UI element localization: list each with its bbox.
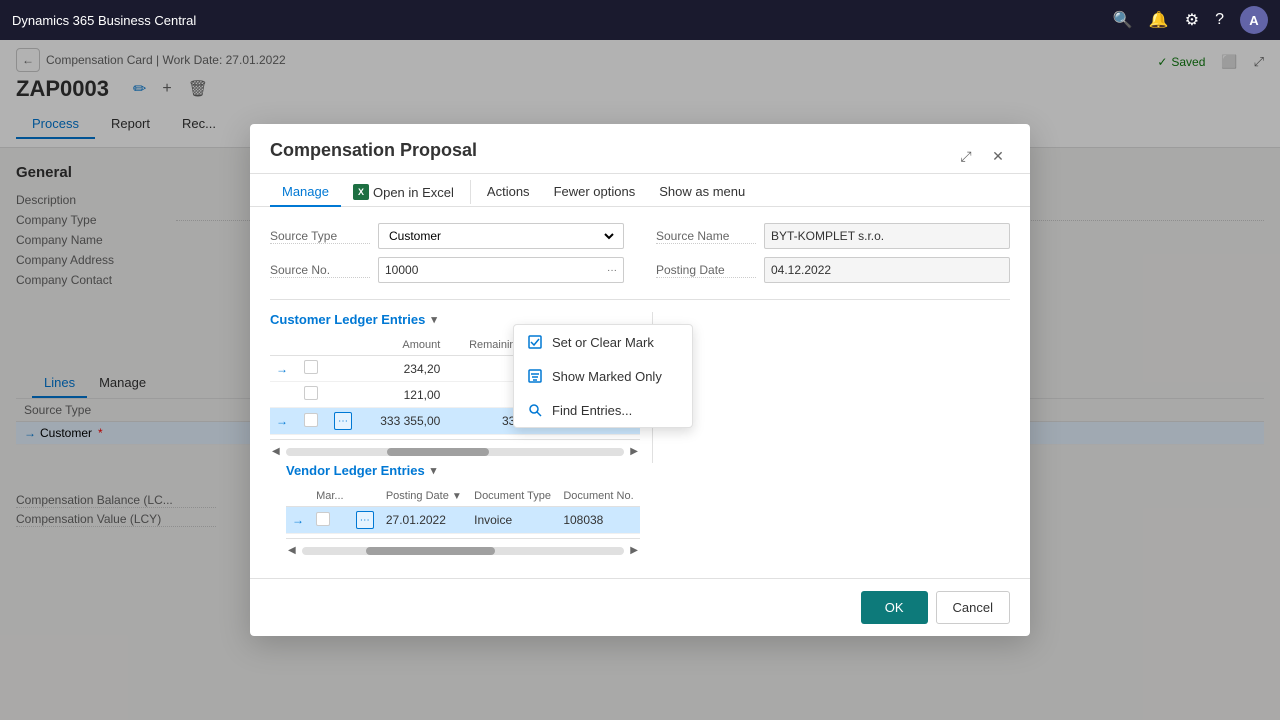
ribbon-tab-fewer-options[interactable]: Fewer options <box>542 178 648 207</box>
cell-check <box>298 382 328 408</box>
cell-arrow: → <box>286 507 310 534</box>
vendor-ledger-header[interactable]: Vendor Ledger Entries ▾ <box>286 463 640 478</box>
dialog-controls: ⤢ ✕ <box>954 145 1010 169</box>
mark-icon <box>526 333 544 351</box>
ok-button[interactable]: OK <box>861 591 928 624</box>
vend-col-doc-type: Document Type <box>468 486 557 507</box>
scroll-right[interactable]: ▶ <box>628 543 640 558</box>
dialog-title: Compensation Proposal <box>270 140 477 173</box>
cust-col-check <box>298 335 328 356</box>
help-icon[interactable]: ? <box>1215 11 1224 29</box>
excel-icon: X <box>353 184 369 200</box>
cell-arrow: → <box>270 356 298 382</box>
cell-dots <box>328 382 363 408</box>
vendor-ledger-section: Vendor Ledger Entries ▾ Mar... Posting D… <box>270 463 640 562</box>
scroll-track[interactable] <box>286 448 625 456</box>
source-type-select[interactable]: Customer Vendor <box>385 228 617 244</box>
scroll-thumb <box>366 547 495 555</box>
source-name-row: Source Name BYT-KOMPLET s.r.o. <box>656 223 1010 249</box>
top-bar-icons: 🔍 🔔 ⚙ ? A <box>1113 6 1268 34</box>
section-divider <box>270 299 1010 300</box>
scroll-left[interactable]: ◀ <box>270 444 282 459</box>
context-menu-find-entries[interactable]: Find Entries... <box>514 393 692 427</box>
vend-col-dots <box>350 486 380 507</box>
cust-col-amount: Amount <box>363 335 447 356</box>
cell-dots[interactable]: ⋯ <box>350 507 380 534</box>
cell-posting-date: 27.01.2022 <box>380 507 468 534</box>
context-menu-set-clear-mark[interactable]: Set or Clear Mark <box>514 325 692 359</box>
vendor-scroll: ◀ ▶ <box>286 538 640 562</box>
fields-grid: Source Type Customer Vendor Source Name … <box>270 223 1010 283</box>
cell-arrow: → <box>270 408 298 435</box>
filter-icon <box>526 367 544 385</box>
top-bar: Dynamics 365 Business Central 🔍 🔔 ⚙ ? A <box>0 0 1280 40</box>
settings-icon[interactable]: ⚙ <box>1185 10 1199 30</box>
ribbon-tab-actions[interactable]: Actions <box>475 178 542 207</box>
dialog-minimize-button[interactable]: ⤢ <box>954 145 978 169</box>
context-menu: Set or Clear Mark Show Marked Only <box>513 324 693 428</box>
scroll-left[interactable]: ◀ <box>286 543 298 558</box>
ribbon-tab-show-as-menu[interactable]: Show as menu <box>647 178 757 207</box>
dialog-close-button[interactable]: ✕ <box>986 145 1010 169</box>
find-icon <box>526 401 544 419</box>
cell-check <box>298 408 328 435</box>
search-icon[interactable]: 🔍 <box>1113 10 1133 30</box>
avatar[interactable]: A <box>1240 6 1268 34</box>
cust-col-arrow <box>270 335 298 356</box>
ribbon-separator <box>470 180 471 204</box>
vend-col-doc-no: Document No. <box>557 486 640 507</box>
source-no-row: Source No. 10000 ··· <box>270 257 624 283</box>
scroll-right[interactable]: ▶ <box>628 444 640 459</box>
source-no-field[interactable]: 10000 ··· <box>378 257 624 283</box>
cell-dots <box>328 356 363 382</box>
vendor-ledger-table: Mar... Posting Date ▼ Document Type Docu… <box>286 486 640 534</box>
scroll-thumb <box>387 448 489 456</box>
cell-doc-no: 108038 <box>557 507 640 534</box>
cell-arrow <box>270 382 298 408</box>
vend-col-posting: Posting Date ▼ <box>380 486 468 507</box>
cell-amount: 333 355,00 <box>363 408 447 435</box>
modal-overlay: Compensation Proposal ⤢ ✕ Manage X Open … <box>0 40 1280 720</box>
open-in-excel-button[interactable]: X Open in Excel <box>341 179 466 205</box>
vend-col-mark: Mar... <box>310 486 350 507</box>
cell-mark <box>310 507 350 534</box>
vend-col-arrow <box>286 486 310 507</box>
customer-ledger-arrow: ▾ <box>431 313 437 326</box>
customer-scroll: ◀ ▶ <box>270 439 640 463</box>
ribbon-tab-manage[interactable]: Manage <box>270 178 341 207</box>
scroll-track[interactable] <box>302 547 625 555</box>
table-row[interactable]: → ⋯ 27.01.2022 Invoice 108038 <box>286 507 640 534</box>
cust-col-dots <box>328 335 363 356</box>
compensation-proposal-dialog: Compensation Proposal ⤢ ✕ Manage X Open … <box>250 124 1030 636</box>
cell-doc-type: Invoice <box>468 507 557 534</box>
cell-amount: 234,20 <box>363 356 447 382</box>
vendor-ledger-arrow: ▾ <box>431 464 437 477</box>
dialog-footer: OK Cancel <box>250 578 1030 636</box>
cell-dots[interactable]: ⋯ <box>328 408 363 435</box>
posting-date-row: Posting Date 04.12.2022 <box>656 257 1010 283</box>
cancel-button[interactable]: Cancel <box>936 591 1010 624</box>
source-no-lookup[interactable]: ··· <box>607 265 617 276</box>
context-menu-show-marked-only[interactable]: Show Marked Only <box>514 359 692 393</box>
posting-date-field: 04.12.2022 <box>764 257 1010 283</box>
dialog-header: Compensation Proposal ⤢ ✕ <box>250 124 1030 174</box>
app-title: Dynamics 365 Business Central <box>12 13 1101 28</box>
source-name-field: BYT-KOMPLET s.r.o. <box>764 223 1010 249</box>
source-type-field[interactable]: Customer Vendor <box>378 223 624 249</box>
notification-icon[interactable]: 🔔 <box>1149 10 1169 30</box>
cell-check <box>298 356 328 382</box>
filter-icon: ▼ <box>452 491 462 502</box>
dialog-ribbon: Manage X Open in Excel Actions Fewer opt… <box>250 174 1030 207</box>
source-type-row: Source Type Customer Vendor <box>270 223 624 249</box>
cell-amount: 121,00 <box>363 382 447 408</box>
